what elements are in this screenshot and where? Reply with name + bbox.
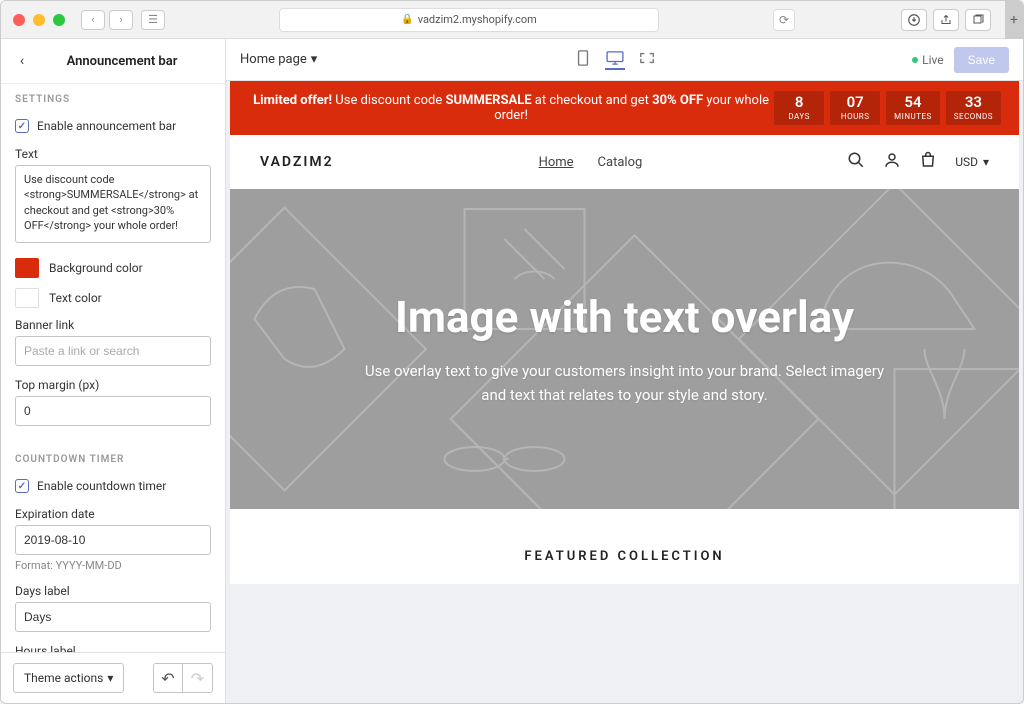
text-color-swatch[interactable] xyxy=(15,288,39,308)
lock-icon: 🔒 xyxy=(401,14,413,25)
browser-titlebar: ‹ › ☰ 🔒 vadzim2.myshopify.com ⟳ + xyxy=(1,1,1023,39)
text-color-label: Text color xyxy=(49,291,102,305)
redo-button[interactable]: ↷ xyxy=(183,663,213,693)
timer-seconds: 33 SECONDS xyxy=(946,91,1001,125)
settings-section-label: SETTINGS xyxy=(1,83,225,115)
desktop-view-tab[interactable] xyxy=(605,50,625,70)
banner-link-label: Banner link xyxy=(15,318,211,332)
download-button[interactable] xyxy=(901,9,927,31)
top-margin-label: Top margin (px) xyxy=(15,378,211,392)
browser-window: ‹ › ☰ 🔒 vadzim2.myshopify.com ⟳ + ‹ A xyxy=(0,0,1024,704)
nav-home[interactable]: Home xyxy=(539,155,574,170)
sidebar-title: Announcement bar xyxy=(31,54,213,69)
minimize-icon[interactable] xyxy=(33,14,45,26)
featured-section: FEATURED COLLECTION xyxy=(230,509,1019,584)
countdown-section-label: COUNTDOWN TIMER xyxy=(15,438,211,475)
address-bar[interactable]: 🔒 vadzim2.myshopify.com xyxy=(279,8,659,32)
account-icon[interactable] xyxy=(883,151,901,173)
store-brand[interactable]: VADZIM2 xyxy=(260,154,334,170)
nav-catalog[interactable]: Catalog xyxy=(598,155,643,170)
featured-title: FEATURED COLLECTION xyxy=(230,549,1019,564)
countdown-timer: 8 DAYS 07 HOURS 54 MINUTES xyxy=(774,91,1001,125)
hero-description: Use overlay text to give your customers … xyxy=(365,359,885,407)
search-icon[interactable] xyxy=(847,151,865,173)
enable-bar-label: Enable announcement bar xyxy=(37,119,176,133)
url-text: vadzim2.myshopify.com xyxy=(418,13,537,26)
days-label-input[interactable] xyxy=(15,602,211,632)
page-selector[interactable]: Home page ▾ xyxy=(240,52,317,67)
caret-down-icon: ▾ xyxy=(107,671,113,685)
share-button[interactable] xyxy=(933,9,959,31)
banner-text: Limited offer! Use discount code SUMMERS… xyxy=(248,93,774,123)
live-status: Live xyxy=(912,53,943,67)
theme-actions-button[interactable]: Theme actions ▾ xyxy=(13,663,124,693)
timer-minutes: 54 MINUTES xyxy=(886,91,940,125)
tabs-button[interactable] xyxy=(965,9,991,31)
preview-pane: Limited offer! Use discount code SUMMERS… xyxy=(226,81,1023,703)
enable-bar-checkbox[interactable] xyxy=(15,119,29,133)
mobile-view-tab[interactable] xyxy=(573,50,593,70)
cart-icon[interactable] xyxy=(919,151,937,173)
background-color-swatch[interactable] xyxy=(15,258,39,278)
top-margin-input[interactable] xyxy=(15,396,211,426)
enable-countdown-checkbox[interactable] xyxy=(15,479,29,493)
editor-topbar: Home page ▾ L xyxy=(226,39,1023,81)
enable-countdown-label: Enable countdown timer xyxy=(37,479,166,493)
announcement-text-input[interactable] xyxy=(15,165,211,243)
save-button[interactable]: Save xyxy=(954,47,1009,73)
sidebar-toggle-button[interactable]: ☰ xyxy=(141,10,165,30)
sidebar-back-button[interactable]: ‹ xyxy=(13,53,31,69)
reload-button[interactable]: ⟳ xyxy=(773,9,795,31)
hero-section: Image with text overlay Use overlay text… xyxy=(230,189,1019,509)
maximize-icon[interactable] xyxy=(53,14,65,26)
expiration-hint: Format: YYYY-MM-DD xyxy=(15,559,211,572)
expiration-label: Expiration date xyxy=(15,507,211,521)
timer-hours: 07 HOURS xyxy=(830,91,880,125)
settings-sidebar: ‹ Announcement bar SETTINGS Enable annou… xyxy=(1,39,226,703)
hero-title: Image with text overlay xyxy=(365,291,885,343)
timer-days: 8 DAYS xyxy=(774,91,824,125)
forward-button[interactable]: › xyxy=(109,10,133,30)
chevron-down-icon: ▾ xyxy=(311,52,318,67)
currency-selector[interactable]: USD ▾ xyxy=(955,155,989,169)
hours-label-label: Hours label xyxy=(15,644,211,652)
undo-button[interactable]: ↶ xyxy=(153,663,183,693)
background-color-label: Background color xyxy=(49,261,143,275)
live-dot-icon xyxy=(912,57,918,63)
announcement-banner: Limited offer! Use discount code SUMMERS… xyxy=(230,81,1019,135)
text-label: Text xyxy=(15,147,211,161)
window-controls xyxy=(13,14,65,26)
days-label-label: Days label xyxy=(15,584,211,598)
expiration-input[interactable] xyxy=(15,525,211,555)
store-header: VADZIM2 Home Catalog USD ▾ xyxy=(230,135,1019,189)
new-tab-button[interactable]: + xyxy=(1005,1,1023,39)
fullscreen-view-tab[interactable] xyxy=(637,50,657,70)
back-button[interactable]: ‹ xyxy=(81,10,105,30)
close-icon[interactable] xyxy=(13,14,25,26)
banner-link-input[interactable] xyxy=(15,336,211,366)
